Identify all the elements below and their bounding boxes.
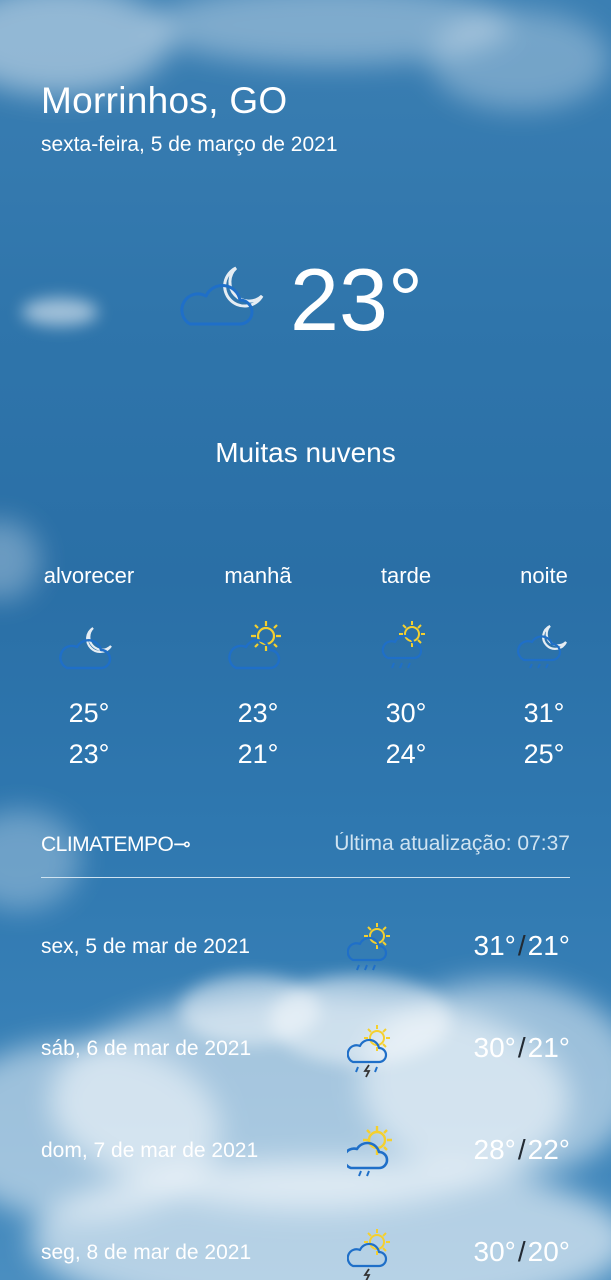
daily-row[interactable]: dom, 7 de mar de 2021 28°/22°: [41, 1124, 570, 1184]
period-min-temp: 23°: [68, 739, 110, 769]
period-max-temp: 25°: [68, 698, 110, 728]
daily-temps: 30°/20°: [474, 1236, 570, 1268]
slash-separator: /: [517, 1236, 526, 1267]
divider: [41, 877, 570, 878]
brand-name: CLIMATEMPO: [41, 833, 174, 856]
daily-max: 28°: [473, 1134, 516, 1165]
daily-date: sáb, 6 de mar de 2021: [41, 1037, 252, 1060]
daily-date: dom, 7 de mar de 2021: [41, 1139, 259, 1162]
slash-separator: /: [517, 930, 526, 961]
period-max-temp: 23°: [237, 698, 279, 728]
current-date: sexta-feira, 5 de março de 2021: [41, 133, 338, 156]
daily-temps: 30°/21°: [474, 1032, 570, 1064]
city-name: Morrinhos, GO: [41, 80, 288, 121]
period-max-temp: 30°: [385, 698, 427, 728]
sun-cloud-icon: [228, 621, 281, 670]
current-condition: Muitas nuvens: [215, 437, 396, 468]
sun-cloud-storm-icon: [347, 1025, 390, 1078]
daily-row[interactable]: sex, 5 de mar de 2021 31°/21°: [41, 920, 570, 980]
period-afternoon: tarde 30° 24°: [331, 562, 481, 770]
daily-min: 21°: [527, 930, 570, 961]
period-label: noite: [520, 563, 568, 588]
daily-date: sex, 5 de mar de 2021: [41, 935, 250, 958]
sun-cloud-rain-icon: [347, 923, 390, 971]
sun-cloud-rain-icon: [381, 621, 425, 669]
period-min-temp: 24°: [385, 739, 427, 769]
slash-separator: /: [517, 1134, 526, 1165]
daily-row[interactable]: sáb, 6 de mar de 2021 30°/21°: [41, 1022, 570, 1082]
logo-tail-icon: ⊸: [173, 833, 191, 856]
period-label: tarde: [380, 563, 432, 588]
daily-row[interactable]: seg, 8 de mar de 2021 30°/20°: [41, 1226, 570, 1280]
current-temperature: 23°: [290, 250, 424, 349]
daily-date: seg, 8 de mar de 2021: [41, 1241, 252, 1264]
daily-max: 31°: [473, 930, 516, 961]
period-max-temp: 31°: [523, 698, 565, 728]
moon-cloud-rain-icon: [517, 625, 567, 669]
climatempo-logo[interactable]: CLIMATEMPO⊸: [41, 832, 191, 857]
moon-cloud-icon: [59, 627, 112, 670]
moon-cloud-icon: [180, 266, 264, 326]
sun-cloud-rain-icon: [347, 1126, 392, 1177]
daily-min: 21°: [527, 1032, 570, 1063]
period-label: alvorecer: [43, 563, 135, 588]
period-dawn: alvorecer 25° 23°: [14, 562, 164, 770]
daily-max: 30°: [473, 1236, 516, 1267]
daily-min: 22°: [527, 1134, 570, 1165]
period-min-temp: 25°: [523, 739, 565, 769]
period-min-temp: 21°: [237, 739, 279, 769]
sun-cloud-storm-icon: [347, 1229, 390, 1280]
period-morning: manhã 23° 21°: [183, 562, 333, 770]
period-night: noite 31° 25°: [469, 562, 611, 770]
daily-min: 20°: [527, 1236, 570, 1267]
slash-separator: /: [517, 1032, 526, 1063]
daily-max: 30°: [473, 1032, 516, 1063]
daily-temps: 28°/22°: [474, 1134, 570, 1166]
last-updated: Última atualização: 07:37: [334, 832, 570, 855]
daily-temps: 31°/21°: [474, 930, 570, 962]
period-label: manhã: [224, 563, 292, 588]
